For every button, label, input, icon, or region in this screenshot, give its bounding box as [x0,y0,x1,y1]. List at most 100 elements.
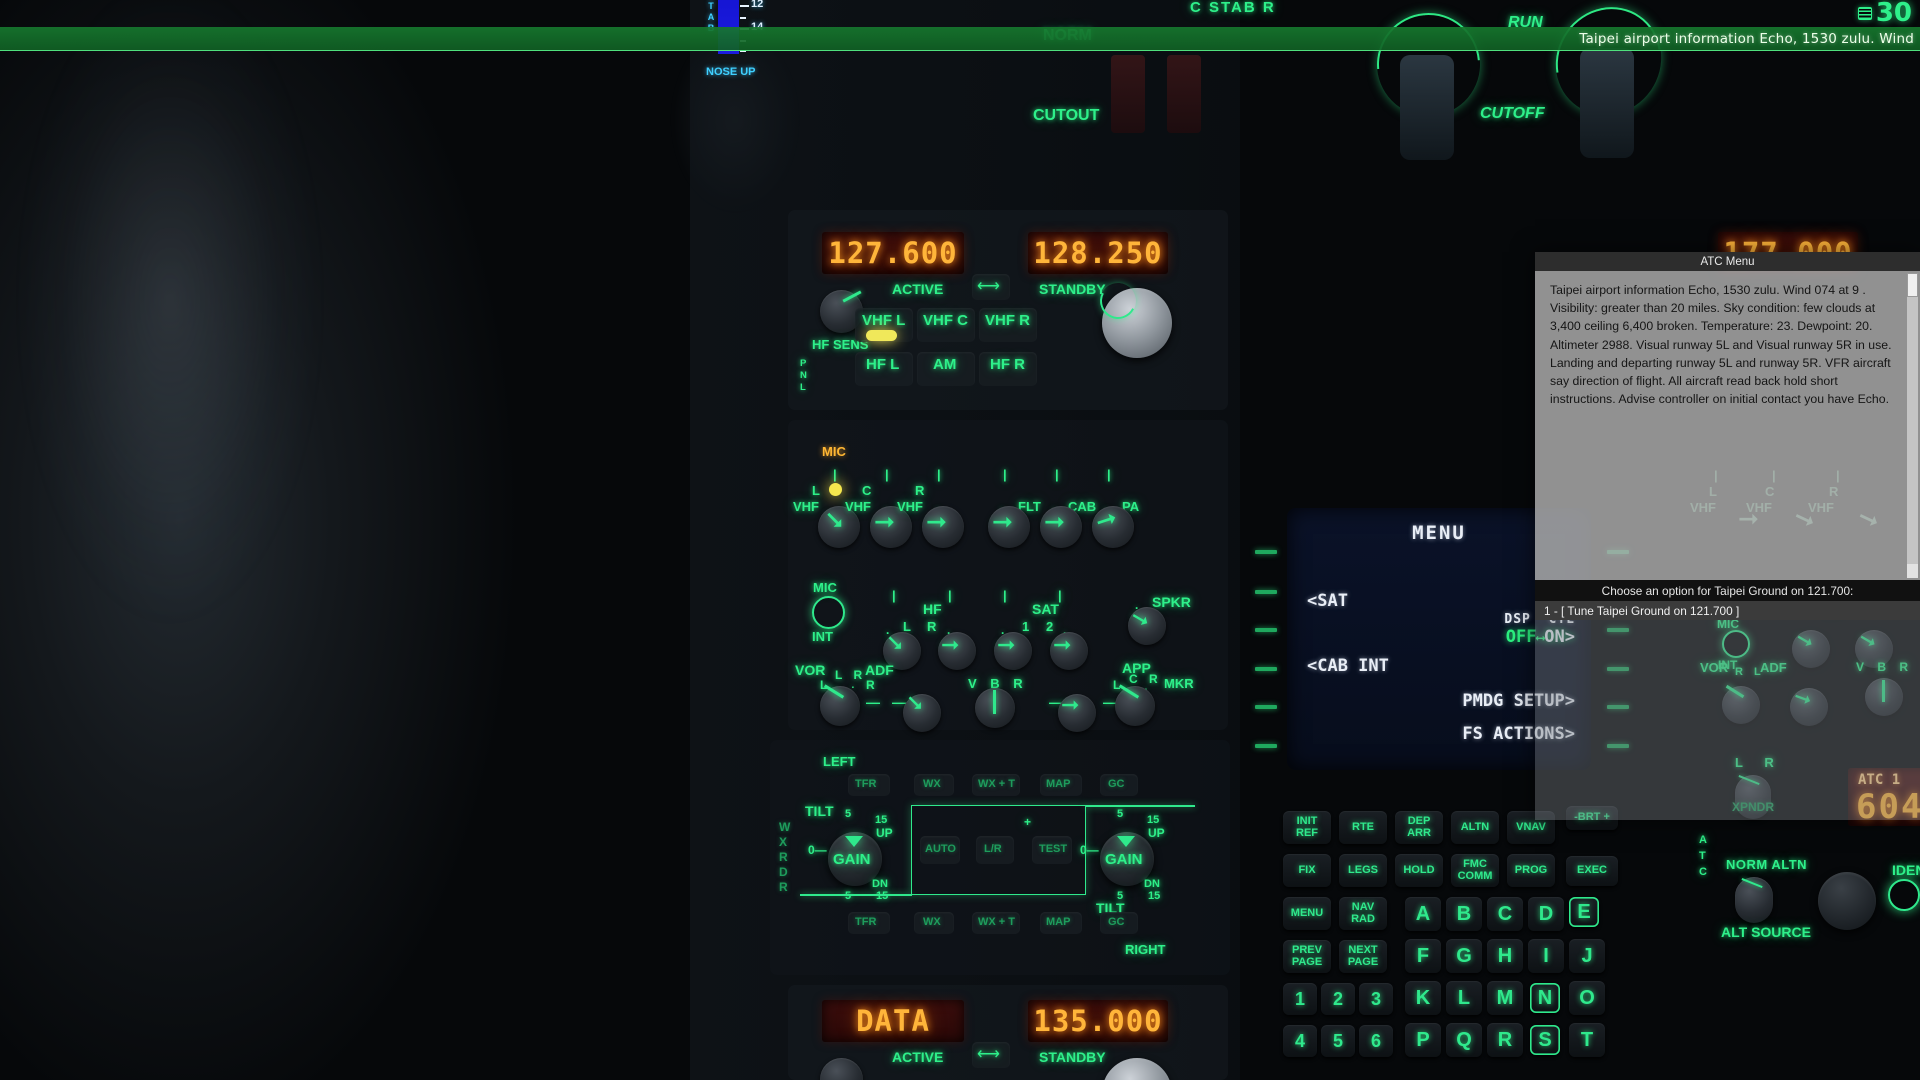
cdu-key-fix[interactable]: FIX [1283,854,1331,887]
data-radio-active-value: DATA [856,1004,930,1038]
cdu-key-t[interactable]: T [1569,1023,1605,1057]
atc-message-ticker: Taipei airport information Echo, 1530 zu… [0,27,1920,51]
cdu-lsk-6l[interactable] [1255,744,1277,748]
cdu-key-nav-rad[interactable]: NAV RAD [1339,897,1387,930]
cdu-key-c[interactable]: C [1487,897,1523,931]
cdu-key-exec[interactable]: EXEC [1566,856,1618,886]
cdu-key-g[interactable]: G [1446,939,1482,973]
stab-trim-header: C STAB R [1190,0,1276,16]
cdu-key-p[interactable]: P [1405,1023,1441,1057]
cdu-key-a[interactable]: A [1405,897,1441,931]
vor-adf-selector-knob[interactable] [820,686,860,726]
wxr-tfr-label-top: TFR [855,778,877,790]
audio-hf-r-arrow-icon: ➞ [941,632,960,657]
ident-label: IDENT [1892,862,1920,878]
cdu-key-2[interactable]: 2 [1321,983,1355,1015]
cdu-key-altn[interactable]: ALTN [1451,811,1499,844]
alt-source-options: NORM ALTN [1726,857,1808,872]
fuel-lever-left[interactable] [1400,55,1454,160]
wxr-tilt-label-left: TILT [805,803,834,819]
wxr-gain-label-left: GAIN [833,851,871,868]
cdu-key-fmc-comm[interactable]: FMC COMM [1451,854,1499,887]
audio-vhf-c-sub: VHF [845,499,871,514]
cdu-key-prev-page[interactable]: PREV PAGE [1283,940,1331,973]
cdu-key-e[interactable]: E [1569,897,1599,927]
wxr-gc-label-bottom: GC [1108,916,1125,928]
atc-menu-body: Taipei airport information Echo, 1530 zu… [1535,271,1920,580]
mic-int-rotary[interactable] [812,596,845,629]
cdu-off-label: OFF [1505,627,1537,647]
cdu-lsk-3l[interactable] [1255,628,1277,632]
cdu-key-next-page[interactable]: NEXT PAGE [1339,940,1387,973]
audio-vhf-c-arrow-icon: ➞ [874,508,895,536]
cdu-key-prog[interactable]: PROG [1507,854,1555,887]
radio-standby-display: 128.250 [1028,232,1168,274]
cdu-key-1[interactable]: 1 [1283,983,1317,1015]
cdu-lsk-1l[interactable] [1255,550,1277,554]
cdu-key-r[interactable]: R [1487,1023,1523,1057]
cdu-key-f[interactable]: F [1405,939,1441,973]
cutout-switch-guard-left[interactable] [1111,55,1145,133]
hf-label: HF [812,337,830,352]
cdu-lsk-4l[interactable] [1255,667,1277,671]
vhf-r-label: VHF R [985,312,1030,329]
wxr-auto-label: AUTO [925,843,956,855]
cdu-key-k[interactable]: K [1405,981,1441,1015]
radio-active-value: 127.600 [828,236,958,270]
scrollbar-bottom-button[interactable] [1907,564,1918,578]
atc-code-selector-knob[interactable] [1818,872,1876,930]
cdu-key-5[interactable]: 5 [1321,1025,1355,1057]
scrollbar-thumb[interactable] [1907,273,1918,297]
cdu-key-j[interactable]: J [1569,939,1605,973]
cdu-key-4[interactable]: 4 [1283,1025,1317,1057]
app-mkr-selector-knob[interactable] [1115,686,1155,726]
audio-sat-1-arrow-icon: ➞ [997,632,1016,657]
atc-menu-title: ATC Menu [1535,252,1920,271]
cdu-key-q[interactable]: Q [1446,1023,1482,1057]
cdu-key-rte[interactable]: RTE [1339,811,1387,844]
ident-button[interactable] [1888,879,1920,911]
audio-vhf-l-top: L [812,483,820,498]
cdu-key-6[interactable]: 6 [1359,1025,1393,1057]
cdu-key-b[interactable]: B [1446,897,1482,931]
cdu-key-l[interactable]: L [1446,981,1482,1015]
wxr-wxt-label-bottom: WX + T [978,916,1015,928]
cdu-key-m[interactable]: M [1487,981,1523,1015]
cdu-lsk-1l-text[interactable]: <SAT [1307,591,1348,611]
atc-menu-prompt: Choose an option for Taipei Ground on 12… [1535,580,1920,601]
cutout-switch-guard-right[interactable] [1167,55,1201,133]
data-radio-standby-value: 135.000 [1033,1004,1163,1038]
cdu-key-i[interactable]: I [1528,939,1564,973]
data-radio-standby-display: 135.000 [1028,1000,1168,1042]
cdu-key-dep-arr[interactable]: DEP ARR [1395,811,1443,844]
mic-int-bottom-label: INT [812,629,833,644]
cdu-key-menu[interactable]: MENU [1283,897,1331,930]
cdu-key-init-ref[interactable]: INIT REF [1283,811,1331,844]
cdu-key-d[interactable]: D [1528,897,1564,931]
cdu-lsk-2l[interactable] [1255,590,1277,594]
cdu-key-h[interactable]: H [1487,939,1523,973]
radio-transfer-button[interactable]: ⟷ [972,274,1010,300]
cdu-key-3[interactable]: 3 [1359,983,1393,1015]
transfer-arrow-icon: ⟷ [977,278,1000,295]
atc-menu-option-1[interactable]: 1 - [ Tune Taipei Ground on 121.700 ] [1535,601,1920,620]
performance-meter-icon [1857,6,1872,20]
data-transfer-arrow-icon: ⟷ [977,1046,1000,1063]
wxr-wx-label-bottom: WX [923,916,941,928]
vor-label: VOR [795,662,826,678]
wxr-gc-label-top: GC [1108,778,1125,790]
wxr-right-overline [1085,805,1195,807]
cdu-lsk-2l-text[interactable]: <CAB INT [1307,656,1389,676]
marker-arrow-icon: ➞ [1061,692,1080,717]
cdu-key-hold[interactable]: HOLD [1395,854,1443,887]
atc-menu-window[interactable]: ATC Menu Taipei airport information Echo… [1535,252,1920,820]
cdu-key-legs[interactable]: LEGS [1339,854,1387,887]
data-radio-transfer-button[interactable]: ⟷ [972,1042,1010,1068]
fuel-lever-right[interactable] [1580,48,1634,158]
cdu-lsk-5l[interactable] [1255,705,1277,709]
vertical-scrollbar[interactable] [1907,273,1918,578]
cdu-key-s[interactable]: S [1530,1025,1560,1055]
cdu-key-o[interactable]: O [1569,981,1605,1015]
cdu-key-n[interactable]: N [1530,983,1560,1013]
wxr-tfr-label-bottom: TFR [855,916,877,928]
